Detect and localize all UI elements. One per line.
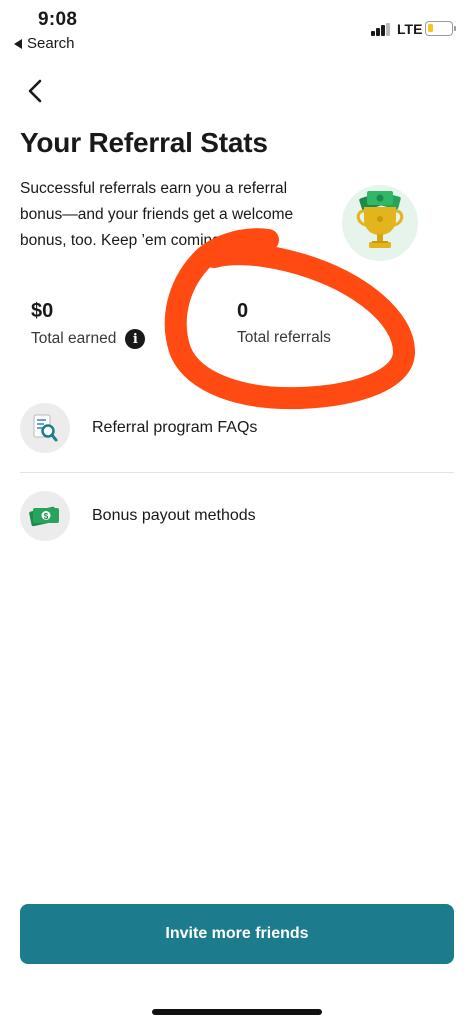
back-triangle-icon (14, 38, 22, 49)
total-referrals-stat: 0 Total referrals (237, 300, 331, 347)
cellular-signal-icon (371, 23, 391, 36)
total-earned-value: $0 (31, 300, 54, 322)
invite-more-friends-button[interactable]: Invite more friends (20, 904, 454, 964)
bonus-payout-methods-label: Bonus payout methods (92, 507, 256, 524)
battery-icon (425, 21, 453, 36)
referral-faqs-row[interactable]: Referral program FAQs (20, 398, 454, 458)
total-referrals-value: 0 (237, 300, 249, 322)
dollar-bill-icon: $ (20, 491, 70, 541)
svg-text:$: $ (44, 512, 49, 521)
status-time: 9:08 (38, 9, 78, 30)
total-earned-label: Total earned (31, 330, 117, 347)
bonus-payout-methods-row[interactable]: $ Bonus payout methods (20, 486, 454, 546)
referral-faqs-label: Referral program FAQs (92, 419, 258, 436)
document-search-icon (20, 403, 70, 453)
back-to-search-link[interactable]: Search (14, 35, 75, 52)
status-bar: 9:08 Search LTE (0, 0, 474, 60)
page-title: Your Referral Stats (20, 127, 268, 158)
referral-description: Successful referrals earn you a referral… (20, 180, 294, 249)
network-type: LTE (397, 21, 423, 37)
menu-divider (20, 472, 454, 473)
info-icon[interactable]: i (125, 329, 146, 349)
referral-stats-screen: 9:08 Search LTE Your Referral Stats Succ… (0, 0, 474, 1025)
battery-cap (454, 26, 456, 31)
total-referrals-label: Total referrals (237, 329, 331, 346)
back-to-search-label: Search (27, 35, 75, 52)
trophy-money-icon (342, 185, 418, 261)
chevron-left-icon (28, 79, 42, 103)
back-button[interactable] (22, 76, 50, 106)
home-indicator (152, 1009, 322, 1015)
total-earned-stat: $0 Total earned i (31, 300, 146, 349)
